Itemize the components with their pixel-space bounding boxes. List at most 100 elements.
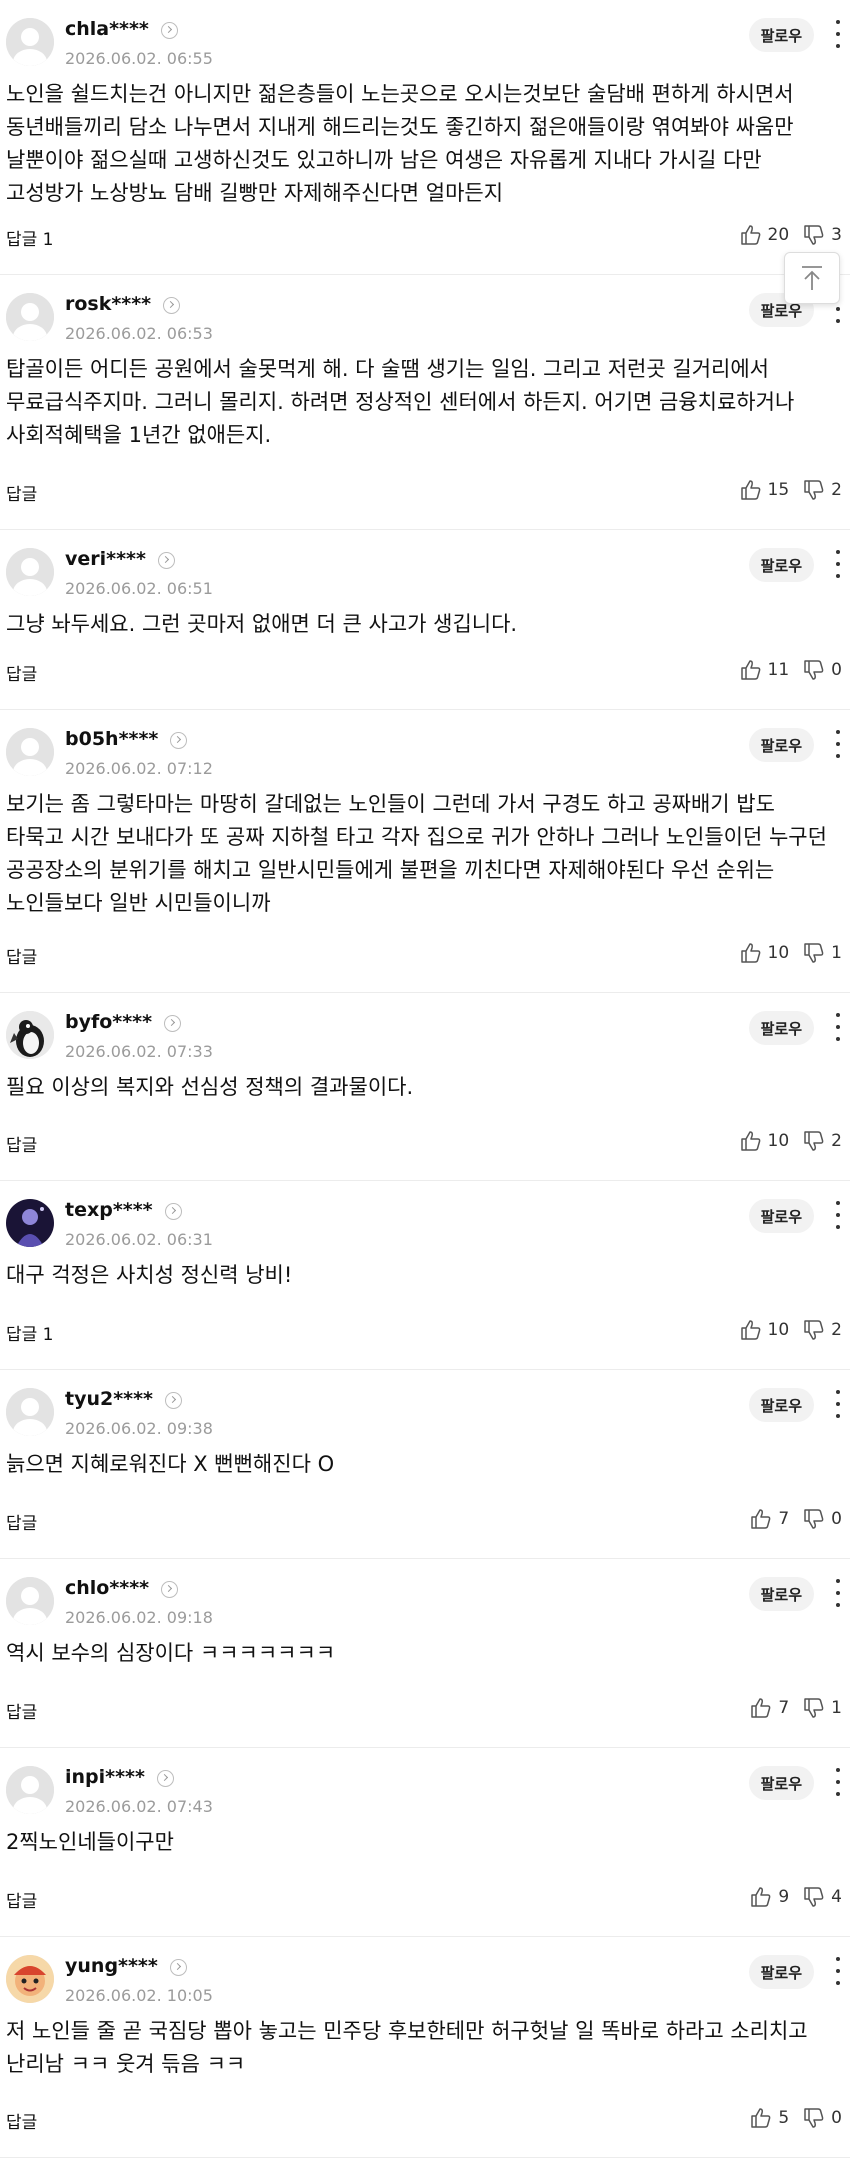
more-vertical-icon[interactable] [834,1579,842,1607]
username-row[interactable]: texp**** [65,1199,182,1221]
dislike-button[interactable]: 0 [803,1509,842,1529]
like-button[interactable]: 10 [740,1131,789,1151]
like-button[interactable]: 9 [750,1887,789,1907]
dislike-button[interactable]: 1 [803,1698,842,1718]
dislike-button[interactable]: 0 [803,2108,842,2128]
like-button[interactable]: 15 [740,480,789,500]
dislike-button[interactable]: 2 [803,1320,842,1340]
avatar[interactable] [6,1577,54,1625]
avatar[interactable] [6,728,54,776]
username[interactable]: veri**** [65,548,146,570]
dislike-button[interactable]: 1 [803,943,842,963]
thumbs-down-icon [804,1887,824,1907]
reply-button[interactable]: 답글 [6,1887,37,1912]
dislike-button[interactable]: 2 [803,1131,842,1151]
username[interactable]: rosk**** [65,293,151,315]
comment-footer: 답글 10 2 [0,1131,850,1156]
scroll-to-top-button[interactable] [784,252,840,304]
username[interactable]: inpi**** [65,1766,145,1788]
avatar[interactable] [6,293,54,341]
more-vertical-icon[interactable] [834,1957,842,1985]
follow-button[interactable]: 팔로우 [748,1955,814,1989]
more-vertical-icon[interactable] [834,1768,842,1796]
username-row[interactable]: yung**** [65,1955,187,1977]
profile-arrow-icon[interactable] [157,551,175,569]
reply-button[interactable]: 답글 1 [6,225,54,250]
comment-footer: 답글 10 1 [0,943,850,968]
more-vertical-icon[interactable] [834,1201,842,1229]
profile-arrow-icon[interactable] [161,1580,179,1598]
profile-arrow-icon[interactable] [160,21,178,39]
like-button[interactable]: 20 [740,225,789,245]
username[interactable]: chlo**** [65,1577,149,1599]
follow-button[interactable]: 팔로우 [748,728,814,762]
username-row[interactable]: rosk**** [65,293,181,315]
comment-item: byfo**** 2026.06.02. 07:33 팔로우 필요 이상의 복지… [0,993,850,1181]
more-vertical-icon[interactable] [834,20,842,48]
more-vertical-icon[interactable] [834,1390,842,1418]
username[interactable]: texp**** [65,1199,153,1221]
more-vertical-icon[interactable] [834,1013,842,1041]
follow-button[interactable]: 팔로우 [748,18,814,52]
reply-button[interactable]: 답글 [6,660,37,685]
more-vertical-icon[interactable] [834,550,842,578]
profile-arrow-icon[interactable] [169,1958,187,1976]
follow-button[interactable]: 팔로우 [748,1388,814,1422]
like-button[interactable]: 7 [750,1698,789,1718]
profile-arrow-icon[interactable] [164,1014,182,1032]
profile-arrow-icon[interactable] [163,296,181,314]
username-row[interactable]: veri**** [65,548,175,570]
dislike-button[interactable]: 4 [803,1887,842,1907]
like-button[interactable]: 7 [750,1509,789,1529]
follow-button[interactable]: 팔로우 [748,1766,814,1800]
reply-button[interactable]: 답글 1 [6,1320,54,1345]
username-row[interactable]: inpi**** [65,1766,174,1788]
reply-button[interactable]: 답글 [6,1131,37,1156]
vote-group: 20 3 [740,225,842,245]
username[interactable]: chla**** [65,18,149,40]
avatar[interactable] [6,548,54,596]
dislike-button[interactable]: 3 [803,225,842,245]
reply-button[interactable]: 답글 [6,943,37,968]
follow-button[interactable]: 팔로우 [748,1577,814,1611]
follow-button[interactable]: 팔로우 [748,548,814,582]
follow-button[interactable]: 팔로우 [748,1011,814,1045]
dislike-count: 2 [831,1320,842,1340]
timestamp: 2026.06.02. 06:31 [65,1230,213,1249]
username-row[interactable]: b05h**** [65,728,188,750]
avatar[interactable] [6,1766,54,1814]
username[interactable]: tyu2**** [65,1388,153,1410]
username-row[interactable]: byfo**** [65,1011,182,1033]
vote-group: 10 2 [740,1131,842,1151]
reply-button[interactable]: 답글 [6,1698,37,1723]
follow-button[interactable]: 팔로우 [748,1199,814,1233]
dislike-button[interactable]: 2 [803,480,842,500]
username[interactable]: yung**** [65,1955,158,1977]
avatar[interactable] [6,1011,54,1059]
reply-button[interactable]: 답글 [6,1509,37,1534]
like-button[interactable]: 10 [740,943,789,963]
dislike-count: 3 [831,225,842,245]
profile-arrow-icon[interactable] [164,1202,182,1220]
like-button[interactable]: 5 [750,2108,789,2128]
profile-arrow-icon[interactable] [156,1769,174,1787]
more-vertical-icon[interactable] [834,730,842,758]
username[interactable]: byfo**** [65,1011,152,1033]
profile-arrow-icon[interactable] [164,1391,182,1409]
avatar[interactable] [6,1955,54,2003]
like-button[interactable]: 11 [740,660,789,680]
reply-button[interactable]: 답글 [6,2108,37,2133]
timestamp: 2026.06.02. 07:12 [65,759,213,778]
reply-button[interactable]: 답글 [6,480,37,505]
avatar[interactable] [6,1388,54,1436]
username[interactable]: b05h**** [65,728,158,750]
like-button[interactable]: 10 [740,1320,789,1340]
username-row[interactable]: tyu2**** [65,1388,182,1410]
timestamp: 2026.06.02. 09:18 [65,1608,213,1627]
avatar[interactable] [6,1199,54,1247]
dislike-button[interactable]: 0 [803,660,842,680]
profile-arrow-icon[interactable] [170,731,188,749]
avatar[interactable] [6,18,54,66]
username-row[interactable]: chlo**** [65,1577,179,1599]
username-row[interactable]: chla**** [65,18,178,40]
